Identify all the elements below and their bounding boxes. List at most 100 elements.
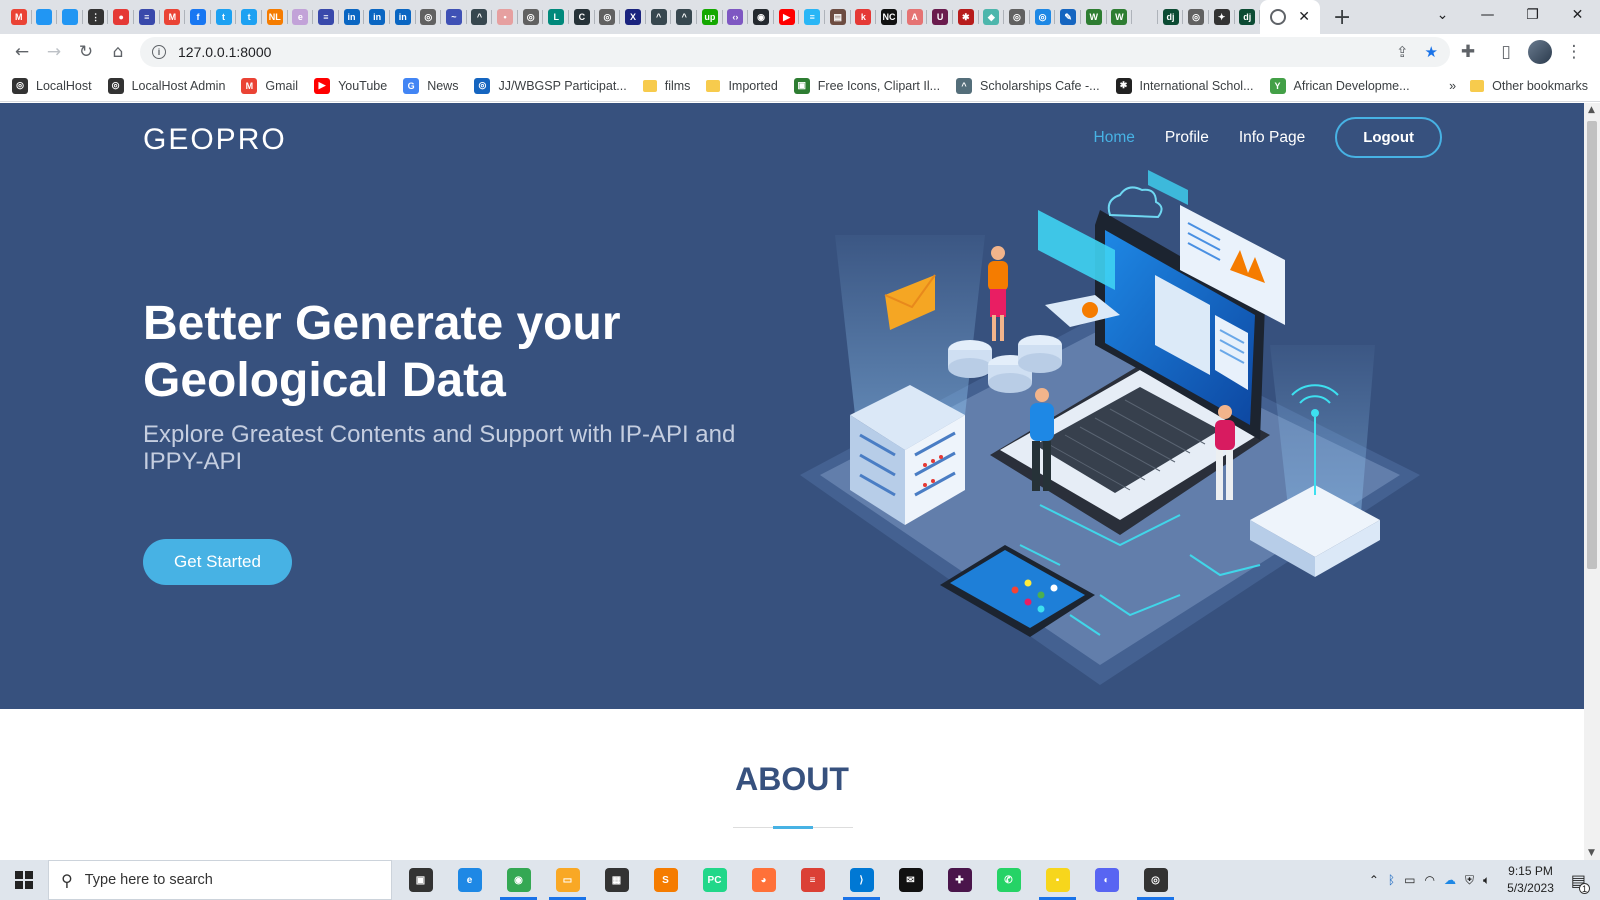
volume-icon[interactable]: 🔈︎ [1483, 873, 1490, 888]
taskbar-app[interactable]: ✆ [984, 860, 1033, 900]
clock[interactable]: 9:15 PM 5/3/2023 [1507, 863, 1554, 897]
restore-icon[interactable]: ❐ [1510, 0, 1555, 30]
site-info-icon[interactable]: i [152, 45, 166, 59]
taskbar-app[interactable]: ◕ [739, 860, 788, 900]
pinned-tab[interactable]: ◎ [416, 0, 442, 34]
pinned-tab[interactable] [32, 0, 58, 34]
bookmark-item[interactable]: ◎ LocalHost Admin [107, 77, 225, 94]
pinned-tab[interactable]: ◎ [1004, 0, 1030, 34]
start-button[interactable] [0, 860, 48, 900]
taskbar-app[interactable]: ◐ [1082, 860, 1131, 900]
taskbar-app[interactable]: e [445, 860, 494, 900]
bookmark-item[interactable]: films [642, 79, 690, 93]
scroll-up-icon[interactable]: ▲ [1588, 105, 1595, 115]
pinned-tab[interactable]: ^ [467, 0, 493, 34]
scrollbar-thumb[interactable] [1587, 121, 1597, 569]
pinned-tab[interactable]: in [390, 0, 416, 34]
pinned-tab[interactable]: ^ [671, 0, 697, 34]
pinned-tab[interactable]: ◎ [1183, 0, 1209, 34]
close-window-icon[interactable]: ✕ [1555, 0, 1600, 30]
pinned-tab[interactable]: ◎ [518, 0, 544, 34]
pinned-tab[interactable]: L [543, 0, 569, 34]
pinned-tab[interactable]: up [697, 0, 723, 34]
pinned-tab[interactable]: W [1081, 0, 1107, 34]
pinned-tab[interactable]: ⋮ [83, 0, 109, 34]
pinned-tab[interactable] [1132, 0, 1158, 34]
pinned-tab[interactable]: ≡ [134, 0, 160, 34]
home-icon[interactable]: ⌂ [102, 36, 134, 68]
pinned-tab[interactable]: t [236, 0, 262, 34]
taskbar-app[interactable]: ≡ [788, 860, 837, 900]
pinned-tab[interactable]: ^ [646, 0, 672, 34]
active-tab[interactable]: ✕ [1260, 0, 1321, 34]
tray-overflow-icon[interactable]: ⌃ [1369, 873, 1379, 887]
reload-icon[interactable]: ↻ [70, 36, 102, 68]
search-placeholder[interactable]: Type here to search [85, 872, 213, 888]
wifi-icon[interactable]: ◠ [1424, 873, 1434, 887]
notification-center-icon[interactable]: ▤ 1 [1571, 871, 1590, 894]
pinned-tab[interactable]: ◆ [979, 0, 1005, 34]
forward-icon[interactable]: → [38, 36, 70, 68]
get-started-button[interactable]: Get Started [143, 539, 292, 585]
tab-search-icon[interactable]: ⌄ [1420, 0, 1465, 30]
taskbar-search[interactable]: ⚲ Type here to search [48, 860, 392, 900]
bookmark-item[interactable]: ◎ JJ/WBGSP Participat... [474, 77, 627, 94]
extensions-icon[interactable]: ✚ [1452, 36, 1484, 68]
pinned-tab[interactable]: ▶ [774, 0, 800, 34]
pinned-tab[interactable]: t [211, 0, 237, 34]
more-bookmarks-icon[interactable]: » [1449, 79, 1456, 93]
pinned-tab[interactable]: A [902, 0, 928, 34]
pinned-tab[interactable]: ‹› [723, 0, 749, 34]
pinned-tab[interactable]: ≡ [313, 0, 339, 34]
site-logo[interactable]: GEOPRO [143, 123, 287, 157]
new-tab-button[interactable]: + [1328, 3, 1356, 31]
taskbar-app[interactable]: ✉ [886, 860, 935, 900]
bookmark-item[interactable]: ▣ Free Icons, Clipart Il... [793, 77, 940, 94]
address-bar[interactable]: i 127.0.0.1:8000 ⇪ ★ [140, 37, 1450, 67]
pinned-tab[interactable]: k [851, 0, 877, 34]
taskbar-app[interactable]: ◉ [494, 860, 543, 900]
pinned-tab[interactable]: C [569, 0, 595, 34]
pinned-tab[interactable]: dj [1235, 0, 1261, 34]
nav-link-profile[interactable]: Profile [1165, 129, 1209, 147]
bluetooth-icon[interactable]: ᛒ [1388, 873, 1395, 887]
pinned-tab[interactable]: NL [262, 0, 288, 34]
bookmark-item[interactable]: ◎ LocalHost [12, 77, 92, 94]
pinned-tab[interactable]: ◎ [1030, 0, 1056, 34]
bookmark-star-icon[interactable]: ★ [1425, 43, 1438, 61]
pinned-tab[interactable]: e [288, 0, 314, 34]
security-icon[interactable]: ⛨ [1465, 873, 1474, 888]
taskbar-app[interactable]: ▦ [592, 860, 641, 900]
minimize-icon[interactable]: — [1465, 0, 1510, 30]
back-icon[interactable]: ← [6, 36, 38, 68]
page-scrollbar[interactable]: ▲ ▼ [1584, 103, 1600, 860]
pinned-tab[interactable]: NC [876, 0, 902, 34]
pinned-tab[interactable]: M [160, 0, 186, 34]
bookmark-item[interactable]: ^ Scholarships Cafe -... [956, 77, 1100, 94]
taskbar-app[interactable]: ✚ [935, 860, 984, 900]
pinned-tab[interactable]: ▤ [825, 0, 851, 34]
taskbar-app[interactable]: ▣ [396, 860, 445, 900]
other-bookmarks[interactable]: Other bookmarks [1470, 79, 1588, 93]
profile-avatar[interactable] [1528, 40, 1552, 64]
pinned-tab[interactable]: in [339, 0, 365, 34]
nav-link-info-page[interactable]: Info Page [1239, 129, 1305, 147]
scroll-down-icon[interactable]: ▼ [1588, 848, 1595, 858]
pinned-tab[interactable]: dj [1158, 0, 1184, 34]
pinned-tab[interactable]: in [364, 0, 390, 34]
pinned-tab[interactable]: ● [108, 0, 134, 34]
pinned-tab[interactable]: ✦ [1209, 0, 1235, 34]
pinned-tab[interactable]: ✎ [1055, 0, 1081, 34]
pinned-tab[interactable]: ◉ [748, 0, 774, 34]
close-tab-icon[interactable]: ✕ [1298, 9, 1310, 25]
pinned-tab[interactable]: ~ [441, 0, 467, 34]
pinned-tab[interactable]: ≡ [799, 0, 825, 34]
taskbar-app[interactable]: PC [690, 860, 739, 900]
bookmark-item[interactable]: Y African Developme... [1269, 77, 1410, 94]
taskbar-app[interactable]: S [641, 860, 690, 900]
pinned-tab[interactable]: X [620, 0, 646, 34]
share-icon[interactable]: ⇪ [1396, 43, 1409, 61]
address-url[interactable]: 127.0.0.1:8000 [178, 44, 271, 60]
pinned-tab[interactable]: U [927, 0, 953, 34]
bookmark-item[interactable]: ✱ International Schol... [1115, 77, 1254, 94]
